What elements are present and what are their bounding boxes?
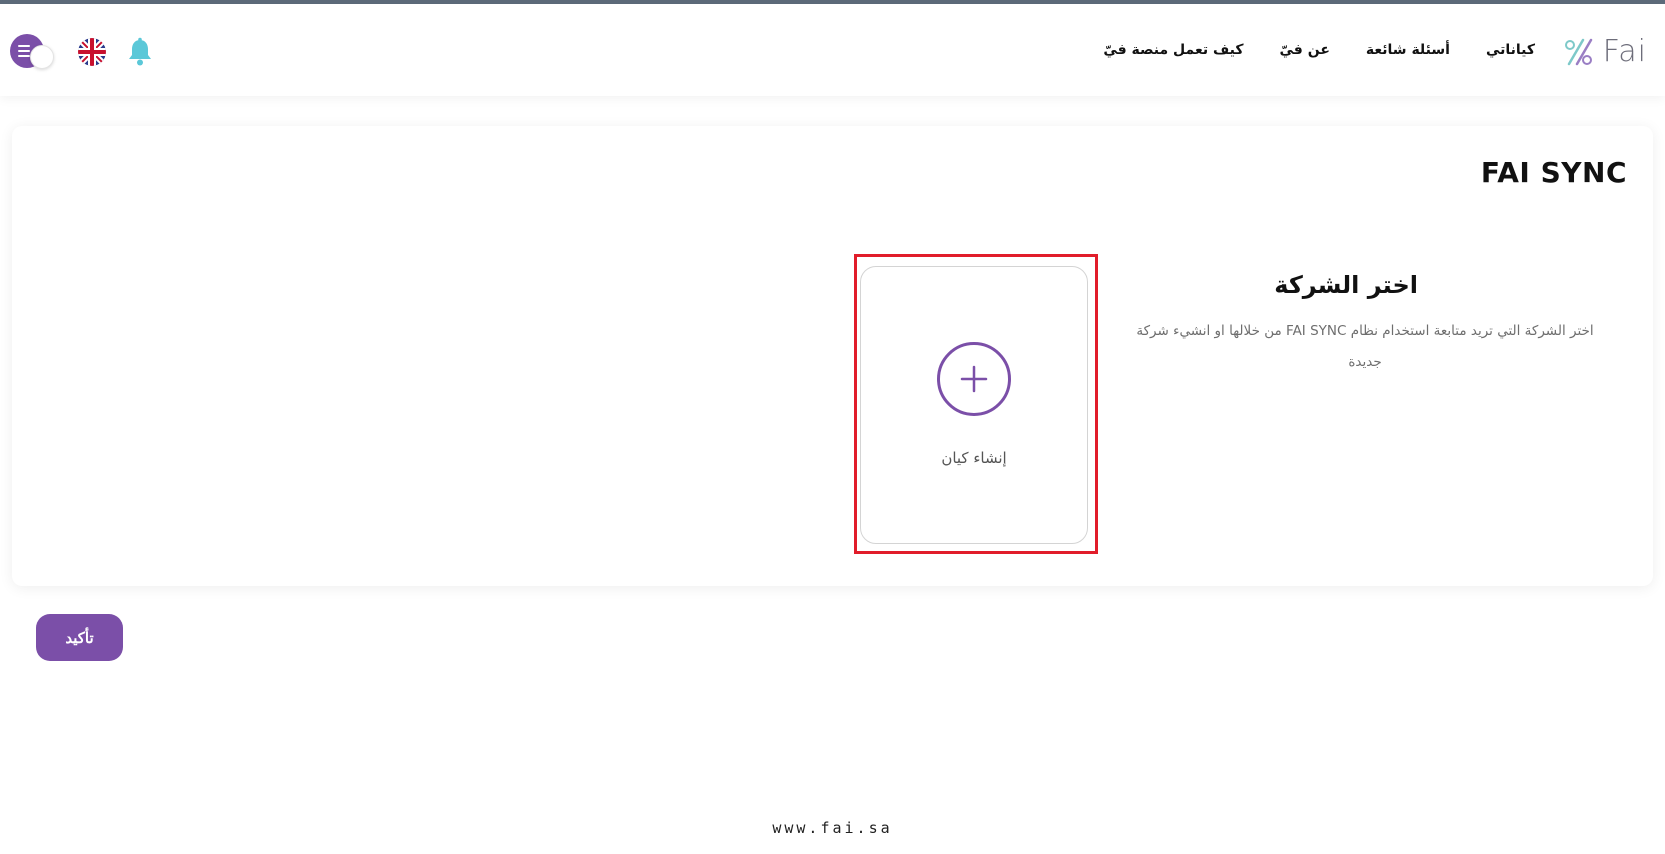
section-description: اختر الشركة التي تريد متابعة استخدام نظا… bbox=[1136, 323, 1594, 370]
logo-text: Fai bbox=[1602, 34, 1647, 69]
confirm-button[interactable]: تأكيد bbox=[36, 614, 123, 661]
menu-toggle[interactable] bbox=[10, 34, 58, 70]
header: كيف تعمل منصة فيّ عن فيّ أسئلة شائعة كيا… bbox=[0, 4, 1665, 96]
create-entity-card[interactable]: إنشاء كيان bbox=[860, 266, 1088, 544]
nav-item-my-entities[interactable]: كياناتي bbox=[1486, 42, 1535, 58]
nav-item-how-it-works[interactable]: كيف تعمل منصة فيّ bbox=[1103, 42, 1243, 58]
page: كيف تعمل منصة فيّ عن فيّ أسئلة شائعة كيا… bbox=[0, 0, 1665, 854]
bell-icon[interactable] bbox=[126, 37, 154, 67]
header-actions bbox=[10, 34, 154, 70]
toggle-knob bbox=[30, 45, 54, 69]
nav-item-about[interactable]: عن فيّ bbox=[1280, 42, 1330, 58]
section-title: اختر الشركة bbox=[1274, 271, 1418, 299]
uk-flag-icon[interactable] bbox=[78, 38, 106, 66]
logo-mark-icon bbox=[1564, 38, 1593, 65]
page-title: FAI SYNC bbox=[1480, 156, 1627, 189]
main-nav: كيف تعمل منصة فيّ عن فيّ أسئلة شائعة كيا… bbox=[1103, 42, 1535, 58]
nav-item-faq[interactable]: أسئلة شائعة bbox=[1366, 42, 1450, 58]
company-select-card: FAI SYNC اختر الشركة اختر الشركة التي تر… bbox=[12, 126, 1653, 586]
footer-url: www.fai.sa bbox=[772, 819, 893, 837]
plus-circle-icon bbox=[937, 342, 1011, 416]
create-entity-label: إنشاء كيان bbox=[941, 449, 1007, 467]
logo[interactable]: Fai bbox=[1561, 34, 1647, 69]
